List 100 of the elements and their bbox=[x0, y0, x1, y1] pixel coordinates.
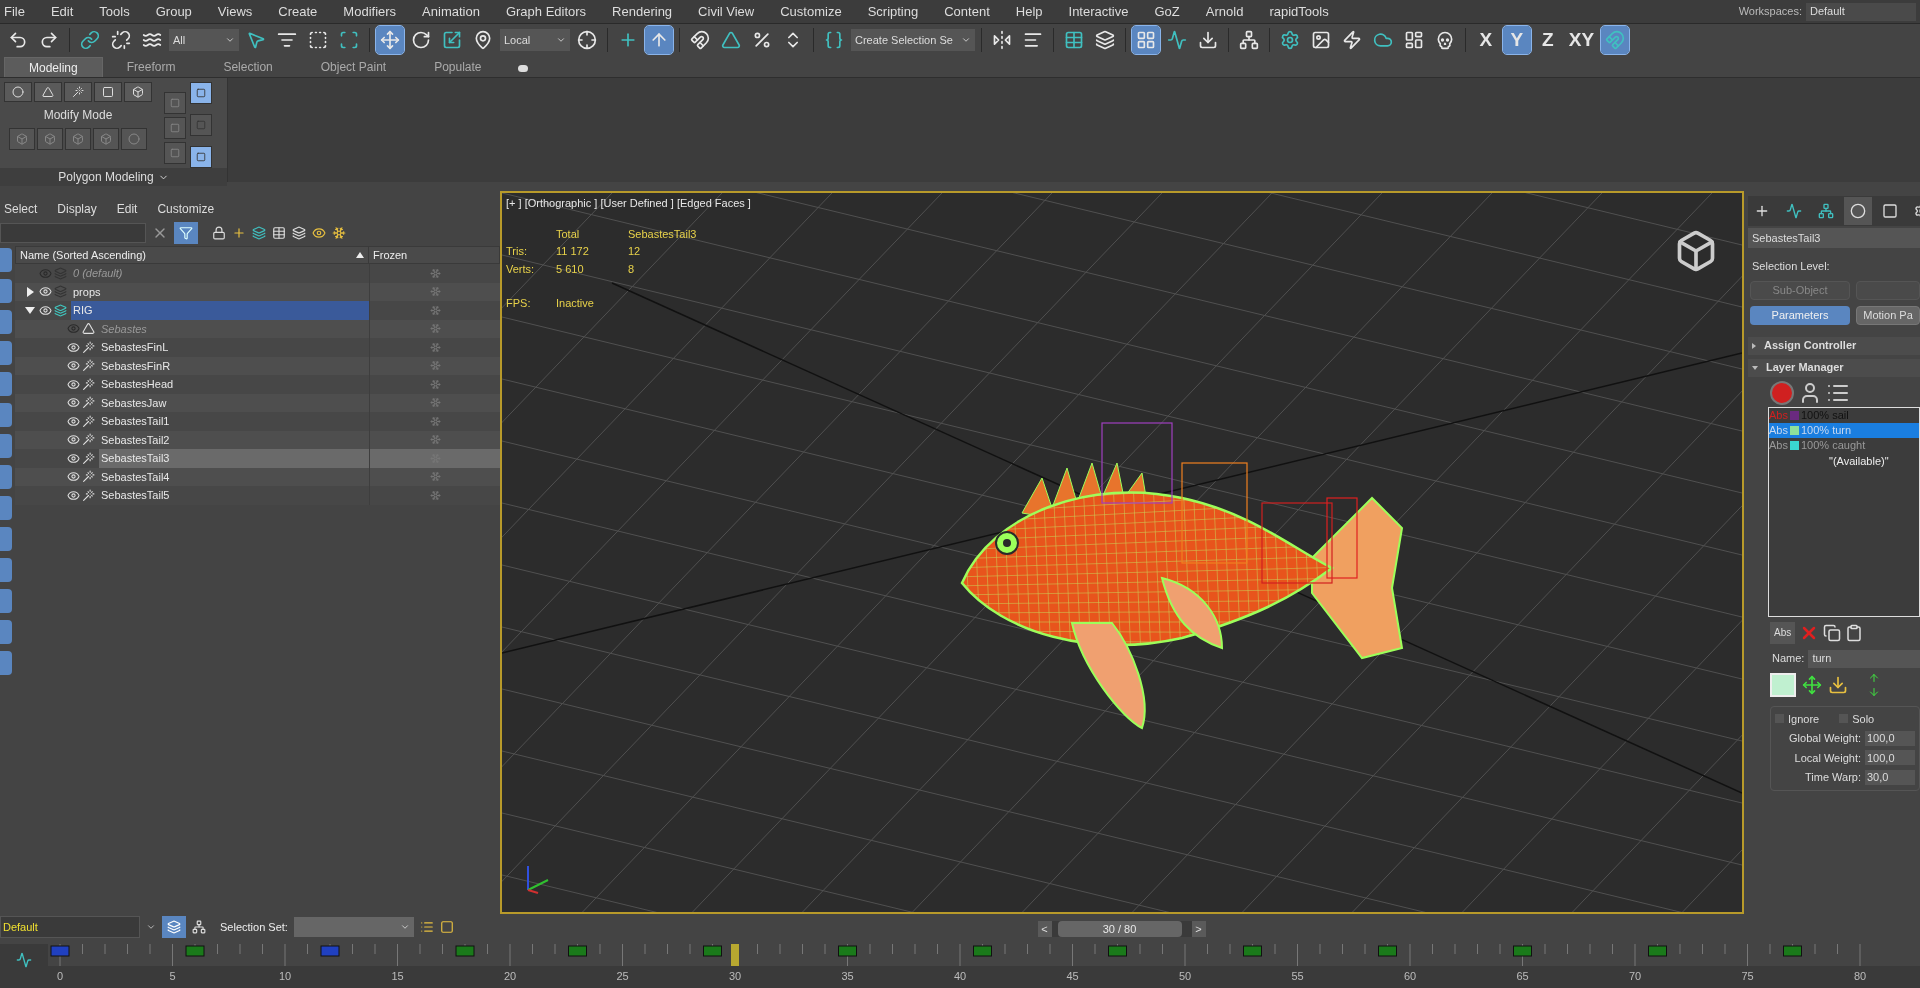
hierarchy-icon[interactable] bbox=[192, 920, 206, 934]
expand-arrow-icon[interactable] bbox=[25, 306, 35, 314]
viewport-label[interactable]: [+ ] [Orthographic ] [User Defined ] [Edged Faces ] bbox=[506, 195, 751, 212]
layer-dropdown[interactable]: Default bbox=[0, 916, 140, 938]
eye-icon[interactable] bbox=[67, 451, 80, 465]
object-name-field[interactable]: SebastesTail3 bbox=[1748, 228, 1920, 248]
subobject-button[interactable] bbox=[124, 82, 152, 102]
eye-icon[interactable] bbox=[67, 414, 80, 428]
tree-item[interactable]: SebastesTail5 bbox=[99, 486, 369, 505]
tool-button[interactable] bbox=[65, 128, 91, 150]
menu-item[interactable]: Edit bbox=[37, 1, 87, 22]
menu-item[interactable]: Animation bbox=[409, 1, 493, 22]
time-slider-thumb[interactable]: 30 / 80 bbox=[1057, 921, 1182, 937]
menu-item[interactable]: Customize bbox=[767, 1, 855, 22]
filter-button[interactable] bbox=[174, 222, 198, 244]
ribbon-tab[interactable]: Object Paint bbox=[296, 57, 411, 77]
search-field[interactable] bbox=[0, 223, 146, 243]
subobject-button[interactable] bbox=[94, 82, 122, 102]
rollout-header[interactable]: Layer Manager bbox=[1748, 358, 1920, 377]
eye-icon[interactable] bbox=[67, 377, 80, 391]
menu-item[interactable]: Graph Editors bbox=[492, 1, 600, 22]
axis-constraint-button[interactable]: Z bbox=[1533, 26, 1562, 54]
lock-icon[interactable] bbox=[212, 226, 226, 240]
menu-item[interactable]: Create bbox=[265, 1, 331, 22]
workspace-dropdown[interactable]: Default bbox=[1806, 2, 1916, 21]
menu-item[interactable]: Rendering bbox=[599, 1, 686, 22]
layers-icon[interactable] bbox=[252, 226, 266, 240]
menu-item[interactable]: Interactive bbox=[1055, 1, 1142, 22]
ribbon-toggle-icon[interactable] bbox=[517, 65, 528, 72]
plus-icon[interactable] bbox=[232, 226, 246, 240]
menu-item[interactable]: Views bbox=[204, 1, 266, 22]
layers-icon[interactable] bbox=[292, 226, 306, 240]
caret-icon[interactable] bbox=[146, 922, 156, 932]
tool-button[interactable] bbox=[164, 92, 186, 114]
move-icon[interactable] bbox=[1802, 674, 1822, 695]
spinner-field[interactable]: 100,0 bbox=[1865, 750, 1915, 766]
spinner-field[interactable]: 30,0 bbox=[1865, 769, 1915, 785]
menu-item[interactable]: Group bbox=[142, 1, 205, 22]
snowflake-icon[interactable] bbox=[332, 226, 346, 240]
copy-icon[interactable] bbox=[1823, 623, 1842, 642]
panel-button[interactable]: Motion Pa bbox=[1856, 305, 1920, 325]
arrow-down-icon[interactable] bbox=[1868, 685, 1880, 698]
menu-item[interactable]: Help bbox=[1002, 1, 1056, 22]
axis-constraint-button[interactable]: X bbox=[1471, 26, 1500, 54]
tool-button[interactable] bbox=[9, 128, 35, 150]
menu-item[interactable]: Content bbox=[931, 1, 1003, 22]
table-icon[interactable] bbox=[272, 226, 286, 240]
explorer-menu-item[interactable]: Edit bbox=[116, 200, 138, 218]
tool-button[interactable] bbox=[37, 128, 63, 150]
axis-constraint-button[interactable]: XY bbox=[1564, 26, 1599, 54]
menu-item[interactable]: Scripting bbox=[854, 1, 932, 22]
add-layer-button[interactable]: Abs bbox=[1770, 621, 1796, 644]
tool-button[interactable] bbox=[164, 117, 186, 139]
download-icon[interactable] bbox=[1828, 674, 1848, 695]
tool-button[interactable] bbox=[190, 82, 212, 104]
menu-item[interactable]: Modifiers bbox=[330, 1, 410, 22]
explorer-menu-item[interactable]: Select bbox=[4, 200, 38, 218]
panel-title-bar[interactable]: Polygon Modeling bbox=[0, 168, 227, 186]
eye-icon[interactable] bbox=[67, 359, 80, 373]
layers-button[interactable] bbox=[162, 916, 186, 938]
eye-icon[interactable] bbox=[67, 396, 80, 410]
eye-icon[interactable] bbox=[312, 226, 326, 240]
tree-item[interactable]: SebastesHead bbox=[99, 375, 369, 394]
eye-icon[interactable] bbox=[67, 470, 80, 484]
name-field[interactable]: turn bbox=[1808, 649, 1920, 668]
subobject-button[interactable] bbox=[64, 82, 92, 102]
eye-icon[interactable] bbox=[67, 433, 80, 447]
menu-item[interactable]: Tools bbox=[86, 1, 143, 22]
eye-icon[interactable] bbox=[67, 340, 80, 354]
ribbon-tab[interactable]: Selection bbox=[199, 57, 297, 77]
ribbon-tab[interactable]: Modeling bbox=[4, 57, 103, 77]
tree-item[interactable]: RIG bbox=[71, 301, 369, 320]
layer-color-swatch[interactable] bbox=[1770, 672, 1796, 697]
toolbar-dropdown[interactable]: Create Selection Se bbox=[851, 29, 975, 51]
eye-icon[interactable] bbox=[39, 285, 52, 299]
toolbar-dropdown[interactable]: Local bbox=[500, 29, 570, 51]
eye-icon[interactable] bbox=[39, 303, 52, 317]
available-slot[interactable]: "(Available)" bbox=[1769, 452, 1919, 469]
subobject-button[interactable] bbox=[34, 82, 62, 102]
square-icon[interactable] bbox=[439, 920, 454, 934]
tree-item[interactable]: SebastesTail3 bbox=[99, 449, 369, 468]
arrow-up-icon[interactable] bbox=[1868, 671, 1880, 684]
list-icon[interactable] bbox=[419, 920, 434, 934]
ribbon-tab[interactable]: Freeform bbox=[102, 57, 200, 77]
ribbon-tab[interactable]: Populate bbox=[410, 57, 506, 77]
tool-button[interactable] bbox=[121, 128, 147, 150]
command-panel-tab[interactable] bbox=[1844, 197, 1872, 225]
menu-item[interactable]: Arnold bbox=[1192, 1, 1257, 22]
menu-item[interactable]: GoZ bbox=[1141, 1, 1193, 22]
toolbar-dropdown[interactable]: All bbox=[169, 29, 239, 51]
tree-item[interactable]: SebastesFinL bbox=[99, 338, 369, 357]
explorer-menu-item[interactable]: Display bbox=[57, 200, 97, 218]
paste-icon[interactable] bbox=[1845, 623, 1864, 642]
menu-item[interactable]: rapidTools bbox=[1256, 1, 1342, 22]
subobject-button[interactable] bbox=[4, 82, 32, 102]
rollout-header[interactable]: Assign Controller bbox=[1748, 336, 1920, 355]
tool-button[interactable] bbox=[190, 146, 212, 168]
tool-button[interactable] bbox=[164, 142, 186, 164]
column-header[interactable]: Name (Sorted Ascending) bbox=[16, 246, 356, 264]
explorer-menu-item[interactable]: Customize bbox=[157, 200, 215, 218]
